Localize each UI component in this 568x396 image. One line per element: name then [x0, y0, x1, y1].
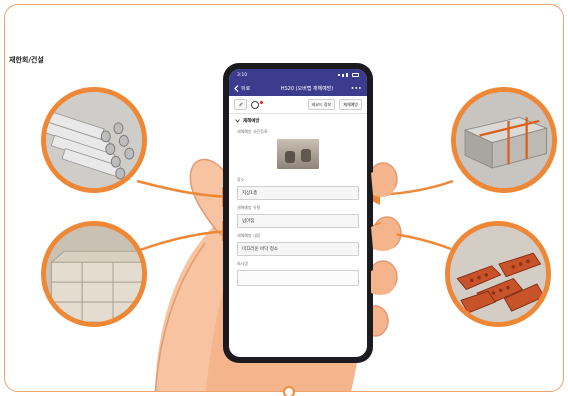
status-bar: 3:10	[229, 69, 367, 81]
chevron-down-icon	[235, 119, 240, 123]
form-content: 재해예방 재해예방 사진등록 장소 지상1층 재해예방 유형 넘어짐 재해예방 …	[229, 114, 367, 290]
back-button[interactable]: 뒤로	[234, 85, 266, 92]
field-label-type: 재해예방 유형	[237, 205, 261, 210]
record-toolbar: 레코드 정보 재해예방	[229, 96, 367, 114]
field-label-company: 회사명	[237, 261, 249, 266]
signal-icon	[338, 73, 359, 77]
field-label-location: 장소	[237, 177, 245, 182]
type-field[interactable]: 넘어짐	[237, 214, 359, 228]
section-title: 재해예방	[243, 119, 260, 124]
phone-screen: 3:10 뒤로 HS20 (오버랩 재해예방) ••• 레코드 정보 재해예방 …	[229, 69, 367, 357]
location-field[interactable]: 지상1층	[237, 186, 359, 200]
field-label-content: 재해예방 내용	[237, 233, 261, 238]
record-icon	[251, 100, 259, 109]
company-field[interactable]	[237, 270, 359, 286]
chevron-left-icon	[234, 85, 239, 92]
smartphone: 3:10 뒤로 HS20 (오버랩 재해예방) ••• 레코드 정보 재해예방 …	[223, 63, 373, 363]
save-button[interactable]: 재해예방	[339, 99, 362, 110]
uploaded-photo[interactable]	[277, 139, 319, 169]
bottom-marker	[283, 386, 295, 396]
illustration-frame: 재한회/건설 3:10 뒤로 HS20 (오버랩 재해예방) ••• 레코드 정…	[4, 4, 564, 392]
notification-dot	[260, 101, 263, 104]
status-time: 3:10	[237, 72, 248, 78]
screen-title: HS20 (오버랩 재해예방)	[280, 86, 334, 92]
attach-button[interactable]	[234, 99, 247, 110]
paperclip-icon	[239, 102, 243, 107]
photo-label: 재해예방 사진등록	[237, 129, 268, 134]
section-header[interactable]: 재해예방	[235, 118, 361, 124]
back-label: 뒤로	[241, 86, 251, 92]
code-info-button[interactable]: 레코드 정보	[307, 99, 336, 110]
content-field[interactable]: 미끄러운 바닥 청소	[237, 242, 359, 256]
record-button[interactable]	[251, 100, 263, 109]
app-header: 뒤로 HS20 (오버랩 재해예방) •••	[229, 81, 367, 96]
more-menu-icon[interactable]: •••	[348, 86, 362, 92]
battery-icon	[352, 73, 359, 77]
